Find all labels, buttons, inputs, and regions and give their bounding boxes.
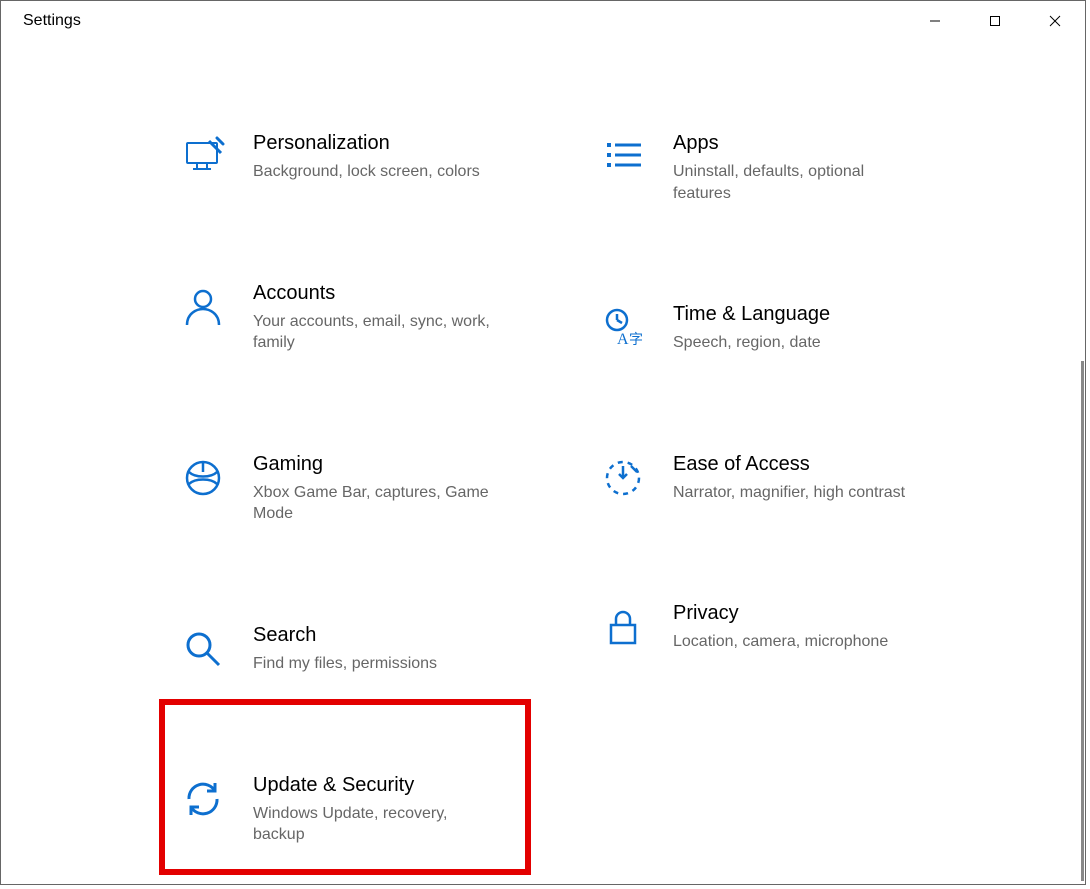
tile-desc: Background, lock screen, colors (253, 161, 503, 183)
tile-label: Search (253, 623, 541, 647)
minimize-icon (929, 15, 941, 27)
tile-desc: Uninstall, defaults, optional features (673, 161, 923, 204)
settings-grid: Personalization Background, lock screen,… (1, 121, 1085, 884)
tile-label: Personalization (253, 131, 541, 155)
titlebar: Settings (1, 1, 1085, 41)
minimize-button[interactable] (905, 1, 965, 41)
tile-desc: Xbox Game Bar, captures, Game Mode (253, 482, 503, 525)
tile-desc: Your accounts, email, sync, work, family (253, 311, 503, 354)
window-title: Settings (23, 12, 81, 30)
privacy-icon (601, 605, 645, 649)
tile-personalization[interactable]: Personalization Background, lock screen,… (181, 121, 541, 193)
maximize-button[interactable] (965, 1, 1025, 41)
tile-privacy[interactable]: Privacy Location, camera, microphone (601, 591, 961, 663)
tile-desc: Location, camera, microphone (673, 631, 923, 653)
apps-icon (601, 135, 645, 179)
tile-desc: Narrator, magnifier, high contrast (673, 482, 923, 504)
tile-desc: Find my files, permissions (253, 653, 503, 675)
tile-label: Ease of Access (673, 452, 961, 476)
gaming-icon (181, 456, 225, 500)
svg-text:字: 字 (629, 332, 643, 348)
time-language-icon: A 字 (601, 306, 645, 350)
personalization-icon (181, 135, 225, 179)
close-button[interactable] (1025, 1, 1085, 41)
maximize-icon (989, 15, 1001, 27)
svg-text:A: A (617, 331, 629, 348)
scrollbar[interactable] (1081, 361, 1084, 881)
close-icon (1049, 15, 1061, 27)
accounts-icon (181, 285, 225, 329)
tile-label: Privacy (673, 601, 961, 625)
tile-label: Accounts (253, 281, 541, 305)
tile-update-security[interactable]: Update & Security Windows Update, recove… (181, 763, 541, 856)
tile-label: Update & Security (253, 773, 541, 797)
tile-ease-of-access[interactable]: Ease of Access Narrator, magnifier, high… (601, 442, 961, 514)
tile-search[interactable]: Search Find my files, permissions (181, 613, 541, 685)
tile-desc: Speech, region, date (673, 332, 923, 354)
tile-time-language[interactable]: A 字 Time & Language Speech, region, date (601, 292, 961, 364)
tile-desc: Windows Update, recovery, backup (253, 803, 503, 846)
tile-accounts[interactable]: Accounts Your accounts, email, sync, wor… (181, 271, 541, 364)
search-icon (181, 627, 225, 671)
settings-window: Settings (0, 0, 1086, 885)
tile-label: Time & Language (673, 302, 961, 326)
tile-gaming[interactable]: Gaming Xbox Game Bar, captures, Game Mod… (181, 442, 541, 535)
tile-label: Gaming (253, 452, 541, 476)
update-security-icon (181, 777, 225, 821)
ease-of-access-icon (601, 456, 645, 500)
tile-label: Apps (673, 131, 961, 155)
window-controls (905, 1, 1085, 41)
tile-apps[interactable]: Apps Uninstall, defaults, optional featu… (601, 121, 961, 214)
